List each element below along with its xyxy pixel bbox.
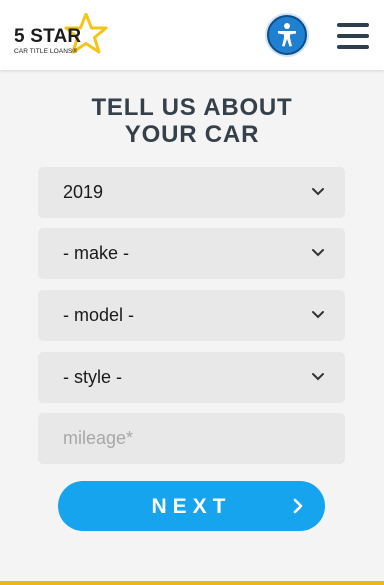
page-title: TELL US ABOUT YOUR CAR [0, 94, 384, 148]
menu-bar [337, 34, 369, 38]
chevron-down-icon [312, 188, 324, 196]
make-select[interactable]: - make - [38, 228, 345, 279]
title-line-1: TELL US ABOUT [91, 94, 293, 121]
page: 5 STAR CAR TITLE LOANS® TELL US ABOUT YO… [0, 0, 384, 585]
logo[interactable]: 5 STAR CAR TITLE LOANS® [12, 13, 108, 57]
style-value: - style - [63, 367, 123, 387]
model-select[interactable]: - model - [38, 290, 345, 341]
logo-name: 5 STAR [14, 26, 82, 47]
site-header: 5 STAR CAR TITLE LOANS® [0, 0, 384, 70]
mileage-placeholder: mileage* [63, 428, 134, 448]
chevron-down-icon [312, 373, 324, 381]
footer-accent-line [0, 581, 384, 585]
year-select[interactable]: 2019 [38, 167, 345, 218]
menu-button[interactable] [337, 23, 369, 49]
title-line-2: YOUR CAR [124, 121, 260, 148]
chevron-right-icon [293, 498, 303, 514]
year-value: 2019 [63, 182, 104, 202]
menu-bar [337, 45, 369, 49]
style-select[interactable]: - style - [38, 352, 345, 403]
logo-tagline: CAR TITLE LOANS® [14, 48, 78, 55]
accessibility-button[interactable] [267, 15, 307, 55]
next-button[interactable]: NEXT [58, 481, 325, 531]
chevron-down-icon [312, 249, 324, 257]
chevron-down-icon [312, 311, 324, 319]
menu-bar [337, 23, 369, 27]
mileage-input[interactable]: mileage* [38, 413, 345, 464]
model-value: - model - [63, 305, 135, 325]
next-label: NEXT [151, 495, 232, 518]
accessibility-icon [278, 23, 296, 47]
make-value: - make - [63, 243, 130, 263]
